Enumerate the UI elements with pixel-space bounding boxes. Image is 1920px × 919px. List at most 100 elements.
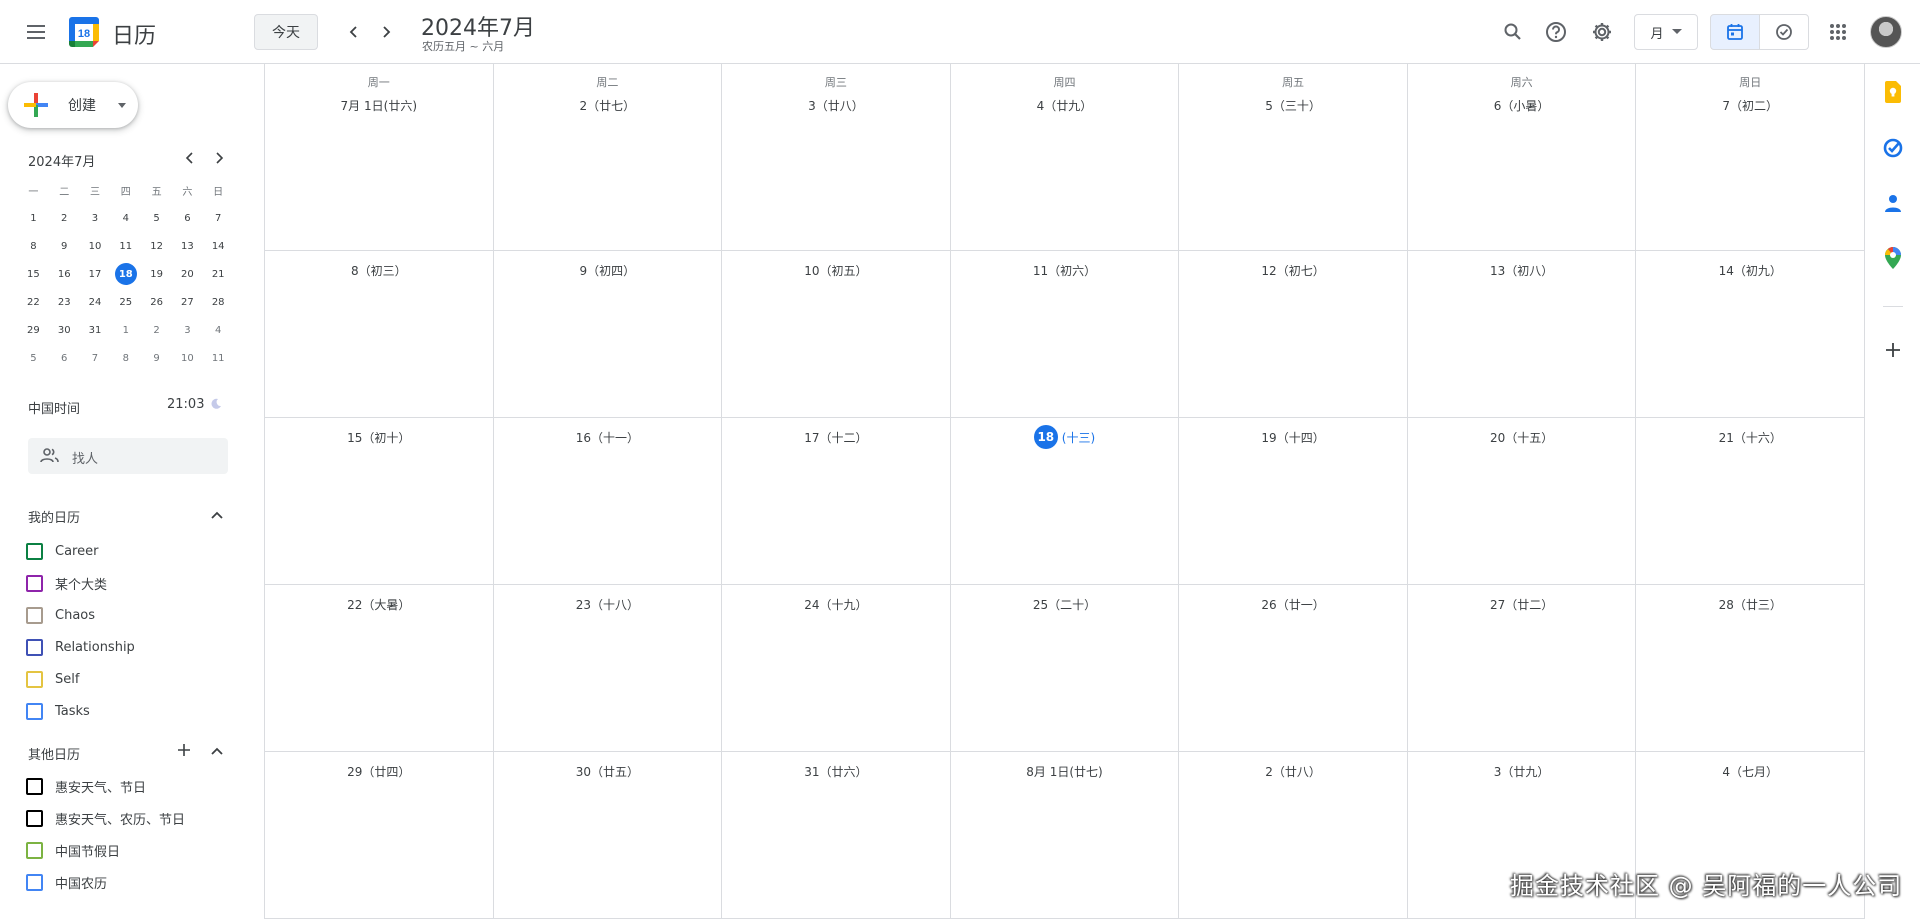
mini-day[interactable]: 26	[141, 288, 172, 316]
mini-day[interactable]: 11	[110, 232, 141, 260]
date-label[interactable]: 25（二十）	[951, 593, 1179, 615]
calendar-checkbox[interactable]	[26, 606, 43, 624]
calendar-list-item[interactable]: 中国节假日	[26, 838, 120, 862]
calendar-checkbox[interactable]	[26, 841, 43, 859]
date-label[interactable]: 29（廿四）	[265, 760, 493, 782]
day-cell[interactable]: 28（廿三）	[1636, 585, 1865, 752]
day-cell[interactable]: 18 (十三)	[950, 418, 1180, 585]
calendar-list-item[interactable]: Self	[26, 667, 79, 691]
mini-day[interactable]: 15	[18, 260, 49, 288]
date-label[interactable]: 2（廿七）	[494, 94, 722, 116]
mini-day[interactable]: 9	[49, 232, 80, 260]
day-cell[interactable]: 19（十四）	[1179, 418, 1408, 585]
calendar-checkbox[interactable]	[26, 702, 43, 720]
keep-button[interactable]	[1877, 76, 1909, 108]
mini-day[interactable]: 25	[110, 288, 141, 316]
day-cell[interactable]: 周四 4（廿九）	[950, 64, 1180, 251]
mini-day[interactable]: 8	[110, 344, 141, 372]
today-marker[interactable]: 18	[1033, 425, 1058, 449]
apps-button[interactable]	[1822, 16, 1854, 48]
calendar-list-item[interactable]: Relationship	[26, 635, 135, 659]
mini-day[interactable]: 3	[80, 204, 111, 232]
mini-day[interactable]: 27	[172, 288, 203, 316]
mini-day[interactable]: 19	[141, 260, 172, 288]
mini-day[interactable]: 20	[172, 260, 203, 288]
day-cell[interactable]: 22（大暑）	[265, 585, 494, 752]
calendar-checkbox[interactable]	[26, 809, 43, 827]
calendar-logo[interactable]: 18	[68, 15, 100, 49]
date-label[interactable]: 20（十五）	[1408, 426, 1636, 448]
mini-day[interactable]: 1	[110, 316, 141, 344]
mini-day[interactable]: 18	[110, 260, 141, 288]
mini-day[interactable]: 8	[18, 232, 49, 260]
calendar-list-item[interactable]: Career	[26, 539, 98, 563]
calendar-checkbox[interactable]	[26, 574, 43, 592]
mini-day[interactable]: 7	[80, 344, 111, 372]
date-label[interactable]: 22（大暑）	[265, 593, 493, 615]
view-switcher[interactable]: 月	[1634, 14, 1698, 50]
next-month-button[interactable]	[372, 18, 400, 46]
date-label[interactable]: 6（小暑）	[1408, 94, 1636, 116]
date-label[interactable]: 10（初五）	[722, 259, 950, 281]
date-label[interactable]: 27（廿二）	[1408, 593, 1636, 615]
date-label[interactable]: 12（初七）	[1179, 259, 1407, 281]
main-menu-icon[interactable]	[20, 16, 52, 48]
mini-day[interactable]: 6	[49, 344, 80, 372]
mini-day[interactable]: 7	[203, 204, 234, 232]
mini-day[interactable]: 1	[18, 204, 49, 232]
account-avatar[interactable]	[1870, 16, 1902, 48]
mini-day[interactable]: 17	[80, 260, 111, 288]
search-people-input[interactable]: 找人	[28, 438, 228, 474]
get-addons-button[interactable]	[1877, 334, 1909, 366]
mini-day[interactable]: 22	[18, 288, 49, 316]
calendar-list-item[interactable]: 某个大类	[26, 571, 107, 595]
mini-day[interactable]: 11	[203, 344, 234, 372]
day-cell[interactable]: 12（初七）	[1179, 251, 1408, 418]
help-button[interactable]	[1540, 16, 1572, 48]
date-label[interactable]: 26（廿一）	[1179, 593, 1407, 615]
mini-day[interactable]: 9	[141, 344, 172, 372]
mini-day[interactable]: 4	[110, 204, 141, 232]
day-cell[interactable]: 8月 1日(廿七)	[950, 752, 1180, 919]
calendar-list-item[interactable]: 惠安天气、节日	[26, 774, 146, 798]
tasks-button[interactable]	[1877, 132, 1909, 164]
calendar-list-item[interactable]: 惠安天气、农历、节日	[26, 806, 185, 830]
day-cell[interactable]: 9（初四）	[493, 251, 723, 418]
today-date-label[interactable]: 18 (十三)	[951, 425, 1179, 449]
day-cell[interactable]: 周五 5（三十）	[1179, 64, 1408, 251]
mini-prev-month-button[interactable]	[178, 146, 202, 170]
calendar-checkbox[interactable]	[26, 542, 43, 560]
date-label[interactable]: 9（初四）	[494, 259, 722, 281]
mini-day[interactable]: 12	[141, 232, 172, 260]
date-label[interactable]: 28（廿三）	[1636, 593, 1864, 615]
day-cell[interactable]: 11（初六）	[950, 251, 1180, 418]
add-other-calendar-button[interactable]	[174, 740, 194, 760]
day-cell[interactable]: 10（初五）	[722, 251, 951, 418]
mini-day[interactable]: 28	[203, 288, 234, 316]
date-label[interactable]: 16（十一）	[494, 426, 722, 448]
mini-day[interactable]: 31	[80, 316, 111, 344]
date-label[interactable]: 8（初三）	[265, 259, 493, 281]
date-label[interactable]: 8月 1日(廿七)	[951, 760, 1179, 782]
calendar-list-item[interactable]: Tasks	[26, 699, 90, 723]
day-cell[interactable]: 周一 7月 1日(廿六)	[265, 64, 494, 251]
date-label[interactable]: 14（初九）	[1636, 259, 1864, 281]
day-cell[interactable]: 8（初三）	[265, 251, 494, 418]
mini-day[interactable]: 14	[203, 232, 234, 260]
date-label[interactable]: 2（廿八）	[1179, 760, 1407, 782]
day-cell[interactable]: 26（廿一）	[1179, 585, 1408, 752]
date-label[interactable]: 15（初十）	[265, 426, 493, 448]
day-cell[interactable]: 27（廿二）	[1407, 585, 1637, 752]
date-label[interactable]: 3（廿八）	[722, 94, 950, 116]
day-cell[interactable]: 2（廿八）	[1179, 752, 1408, 919]
calendar-checkbox[interactable]	[26, 638, 43, 656]
date-label[interactable]: 19（十四）	[1179, 426, 1407, 448]
day-cell[interactable]: 17（十二）	[722, 418, 951, 585]
date-label[interactable]: 4（七月）	[1636, 760, 1864, 782]
mini-day[interactable]: 2	[141, 316, 172, 344]
calendar-checkbox[interactable]	[26, 777, 43, 795]
mini-day[interactable]: 5	[18, 344, 49, 372]
today-button[interactable]: 今天	[254, 14, 318, 50]
day-cell[interactable]: 29（廿四）	[265, 752, 494, 919]
settings-button[interactable]	[1586, 16, 1618, 48]
